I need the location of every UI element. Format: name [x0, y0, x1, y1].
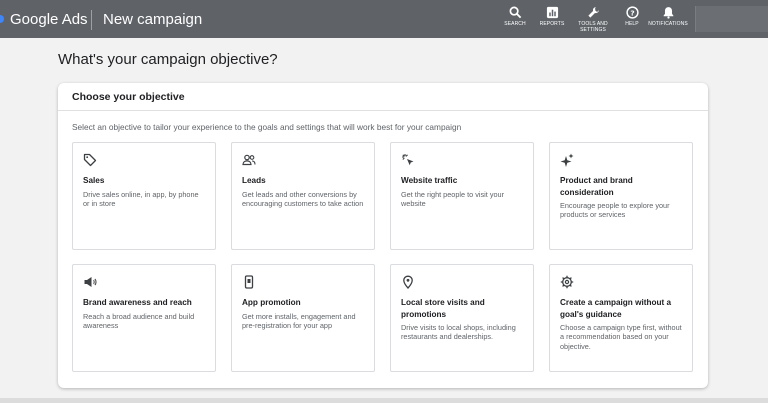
objective-tile-brand-awareness[interactable]: Brand awareness and reach Reach a broad … [72, 264, 216, 372]
tools-and-settings-button[interactable]: TOOLS AND SETTINGS [571, 6, 615, 33]
page-heading: What's your campaign objective? [58, 51, 278, 68]
header-divider [91, 10, 92, 30]
objective-title: Sales [83, 176, 105, 185]
objective-tile-sales[interactable]: Sales Drive sales online, in app, by pho… [72, 142, 216, 250]
search-icon [509, 6, 521, 19]
objective-tile-local-store-visits[interactable]: Local store visits and promotions Drive … [390, 264, 534, 372]
google-ads-logo-icon [0, 15, 4, 23]
bell-icon [663, 7, 673, 19]
notifications-label: NOTIFICATIONS [648, 21, 688, 27]
card-subtitle: Select an objective to tailor your exper… [72, 122, 462, 132]
objective-description: Get leads and other conversions by encou… [242, 189, 364, 208]
objective-description: Drive sales online, in app, by phone or … [83, 189, 199, 208]
objective-title: Product and brand consideration [560, 176, 633, 197]
sparkle-icon [560, 153, 574, 167]
top-app-bar: Google Ads New campaign SEARCH REPORTS T… [0, 0, 768, 38]
objective-description: Drive visits to local shops, including r… [401, 323, 516, 342]
phone-icon [244, 275, 254, 289]
objective-description: Get the right people to visit your websi… [401, 189, 505, 208]
objective-title: App promotion [242, 298, 301, 307]
people-icon [242, 154, 256, 166]
brand-name[interactable]: Google Ads [10, 11, 88, 28]
objective-tile-website-traffic[interactable]: Website traffic Get the right people to … [390, 142, 534, 250]
objective-title: Brand awareness and reach [83, 298, 192, 307]
objective-tile-app-promotion[interactable]: App promotion Get more installs, engagem… [231, 264, 375, 372]
objective-title: Local store visits and promotions [401, 298, 485, 319]
objective-title: Leads [242, 176, 266, 185]
tools-and-settings-label: TOOLS AND SETTINGS [578, 21, 608, 33]
objective-tile-product-brand-consideration[interactable]: Product and brand consideration Encourag… [549, 142, 693, 250]
objective-tile-leads[interactable]: Leads Get leads and other conversions by… [231, 142, 375, 250]
objective-description: Get more installs, engagement and pre-re… [242, 311, 356, 330]
page-title: New campaign [103, 11, 203, 28]
card-title: Choose your objective [72, 91, 185, 103]
objective-tile-no-goal-guidance[interactable]: Create a campaign without a goal's guida… [549, 264, 693, 372]
objective-description: Reach a broad audience and build awarene… [83, 311, 195, 330]
objective-description: Encourage people to explore your product… [560, 201, 670, 220]
objective-title: Create a campaign without a goal's guida… [560, 298, 672, 319]
objective-description: Choose a campaign type first, without a … [560, 323, 682, 351]
reports-label: REPORTS [539, 21, 565, 27]
wrench-icon [587, 7, 599, 18]
help-icon: ? [625, 6, 639, 19]
reports-icon [546, 6, 558, 19]
megaphone-icon [84, 277, 97, 287]
objective-title: Website traffic [401, 176, 458, 185]
cursor-click-icon [402, 154, 414, 166]
svg-text:?: ? [630, 8, 634, 17]
divider [58, 110, 708, 111]
tag-icon [83, 153, 97, 167]
gear-icon [560, 275, 574, 289]
account-area[interactable] [695, 6, 768, 32]
reports-button[interactable]: REPORTS [530, 6, 574, 28]
notifications-button[interactable]: NOTIFICATIONS [646, 6, 690, 28]
objective-card: Choose your objective Select an objectiv… [58, 83, 708, 388]
bottom-bar [0, 398, 768, 403]
location-pin-icon [403, 275, 413, 289]
